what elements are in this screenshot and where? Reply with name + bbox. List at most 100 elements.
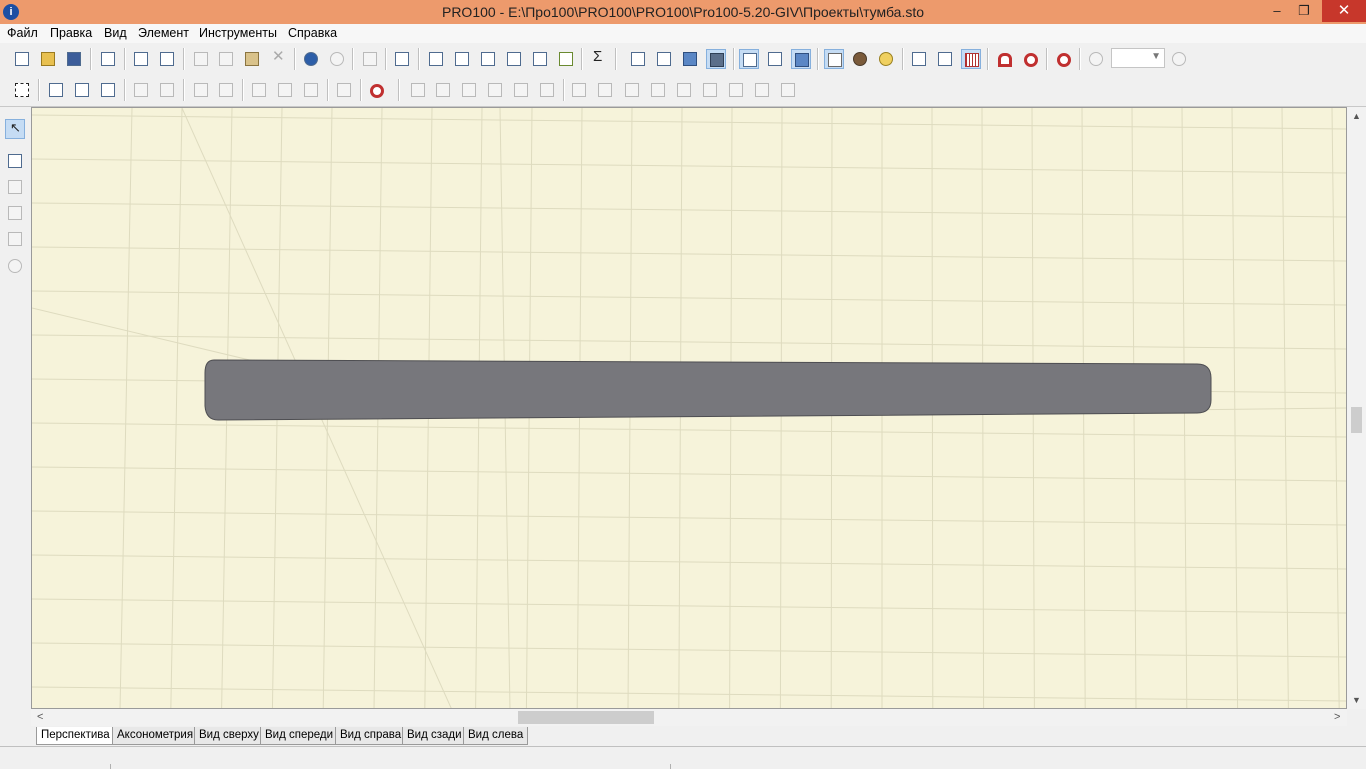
- tab-back-view[interactable]: Вид сзади: [402, 727, 467, 745]
- minimize-button[interactable]: –: [1263, 0, 1291, 22]
- menu-help[interactable]: Справка: [288, 26, 337, 40]
- grid-icon[interactable]: [961, 49, 981, 69]
- price-icon[interactable]: [556, 49, 576, 69]
- align-width-icon[interactable]: [648, 80, 668, 100]
- open-file-icon[interactable]: [38, 49, 58, 69]
- distribute-v-icon[interactable]: [433, 80, 453, 100]
- shaded-icon[interactable]: [706, 49, 726, 69]
- zoom-in-icon[interactable]: [1169, 49, 1189, 69]
- lifebuoy-icon[interactable]: [1053, 49, 1073, 69]
- paint-icon[interactable]: [778, 80, 798, 100]
- tab-top-view[interactable]: Вид сверху: [194, 727, 264, 745]
- redo-icon[interactable]: [327, 49, 347, 69]
- rotate-icon[interactable]: [72, 80, 92, 100]
- box-icon[interactable]: [654, 49, 674, 69]
- ruler-icon[interactable]: [935, 49, 955, 69]
- section-icon[interactable]: [5, 151, 25, 171]
- dimensions-icon[interactable]: [504, 49, 524, 69]
- move-element-icon[interactable]: [275, 80, 295, 100]
- target-icon[interactable]: [366, 80, 386, 100]
- lift-icon[interactable]: [301, 80, 321, 100]
- align-bottom-icon[interactable]: [485, 80, 505, 100]
- tab-right-view[interactable]: Вид справа: [335, 727, 407, 745]
- text-labels-icon[interactable]: [824, 49, 844, 69]
- align-icon[interactable]: [334, 80, 354, 100]
- horizontal-scroll-thumb[interactable]: [518, 711, 654, 724]
- new-file-icon[interactable]: [12, 49, 32, 69]
- menu-edit[interactable]: Правка: [50, 26, 92, 40]
- properties-icon[interactable]: [98, 49, 118, 69]
- menu-view[interactable]: Вид: [104, 26, 127, 40]
- scroll-down-icon[interactable]: ▼: [1352, 695, 1361, 705]
- front-box-icon[interactable]: [739, 49, 759, 69]
- delete-icon[interactable]: ✕: [268, 49, 288, 69]
- sum-icon[interactable]: Σ: [589, 49, 609, 69]
- pointer-icon[interactable]: ↖: [5, 119, 25, 139]
- group-icon[interactable]: [360, 49, 380, 69]
- menu-tools[interactable]: Инструменты: [199, 26, 277, 40]
- move-icon[interactable]: [46, 80, 66, 100]
- space-evenly-icon[interactable]: [674, 80, 694, 100]
- viewport-3d[interactable]: [31, 107, 1347, 709]
- chart-icon[interactable]: [5, 203, 25, 223]
- align-front-icon[interactable]: [511, 80, 531, 100]
- solid-icon[interactable]: [680, 49, 700, 69]
- tab-axonometry[interactable]: Аксонометрия: [112, 727, 199, 745]
- cut-icon[interactable]: [191, 49, 211, 69]
- checklist-icon[interactable]: [392, 49, 412, 69]
- save-icon[interactable]: [64, 49, 84, 69]
- vertical-scrollbar[interactable]: ▲ ▼: [1347, 107, 1366, 709]
- flip-icon[interactable]: [726, 80, 746, 100]
- align-center-icon[interactable]: [595, 80, 615, 100]
- zoom-view-icon[interactable]: [5, 256, 25, 276]
- wireframe-icon[interactable]: [628, 49, 648, 69]
- zoom-out-icon[interactable]: [1086, 49, 1106, 69]
- light-bulb-icon[interactable]: [876, 49, 896, 69]
- chevron-down-icon[interactable]: ▼: [1151, 51, 1161, 62]
- menu-file[interactable]: Файл: [7, 26, 38, 40]
- measure-icon[interactable]: [909, 49, 929, 69]
- textured-icon[interactable]: [791, 49, 811, 69]
- align-right-icon[interactable]: [622, 80, 642, 100]
- align-left-icon[interactable]: [569, 80, 589, 100]
- scroll-right-icon[interactable]: >: [1334, 711, 1340, 723]
- print-preview-icon[interactable]: [157, 49, 177, 69]
- zoom-combo[interactable]: ▼: [1111, 48, 1165, 68]
- edges-icon[interactable]: [765, 49, 785, 69]
- align-back-icon[interactable]: [537, 80, 557, 100]
- align-base-icon[interactable]: [700, 80, 720, 100]
- align-top-icon[interactable]: [459, 80, 479, 100]
- lower-icon[interactable]: [216, 80, 236, 100]
- tab-perspective[interactable]: Перспектива: [36, 727, 115, 745]
- rotate-element-icon[interactable]: [249, 80, 269, 100]
- snap-icon[interactable]: [1020, 49, 1040, 69]
- mirror-icon[interactable]: [752, 80, 772, 100]
- undo-icon[interactable]: [301, 49, 321, 69]
- ungroup-icon[interactable]: [157, 80, 177, 100]
- paste-icon[interactable]: [242, 49, 262, 69]
- raise-icon[interactable]: [191, 80, 211, 100]
- group-select-icon[interactable]: [131, 80, 151, 100]
- scroll-up-icon[interactable]: ▲: [1352, 111, 1361, 121]
- scroll-left-icon[interactable]: <: [37, 711, 43, 723]
- element-list-icon[interactable]: [478, 49, 498, 69]
- tab-left-view[interactable]: Вид слева: [463, 727, 529, 745]
- magnet-icon[interactable]: [994, 49, 1014, 69]
- copy-icon[interactable]: [216, 49, 236, 69]
- countertop-panel[interactable]: [204, 359, 1212, 421]
- vertical-scroll-thumb[interactable]: [1351, 407, 1362, 433]
- select-all-icon[interactable]: [12, 80, 32, 100]
- tab-front-view[interactable]: Вид спереди: [260, 727, 339, 745]
- close-button[interactable]: ✕: [1322, 0, 1366, 22]
- restore-button[interactable]: ❐: [1290, 0, 1318, 22]
- library-icon[interactable]: [426, 49, 446, 69]
- menu-element[interactable]: Элемент: [138, 26, 189, 40]
- materials-icon[interactable]: [850, 49, 870, 69]
- export-icon[interactable]: [530, 49, 550, 69]
- horizontal-scrollbar[interactable]: < >: [31, 709, 1347, 726]
- add-element-icon[interactable]: [5, 229, 25, 249]
- edit-icon[interactable]: [98, 80, 118, 100]
- distribute-h-icon[interactable]: [408, 80, 428, 100]
- find-element-icon[interactable]: [452, 49, 472, 69]
- panel-icon[interactable]: [5, 177, 25, 197]
